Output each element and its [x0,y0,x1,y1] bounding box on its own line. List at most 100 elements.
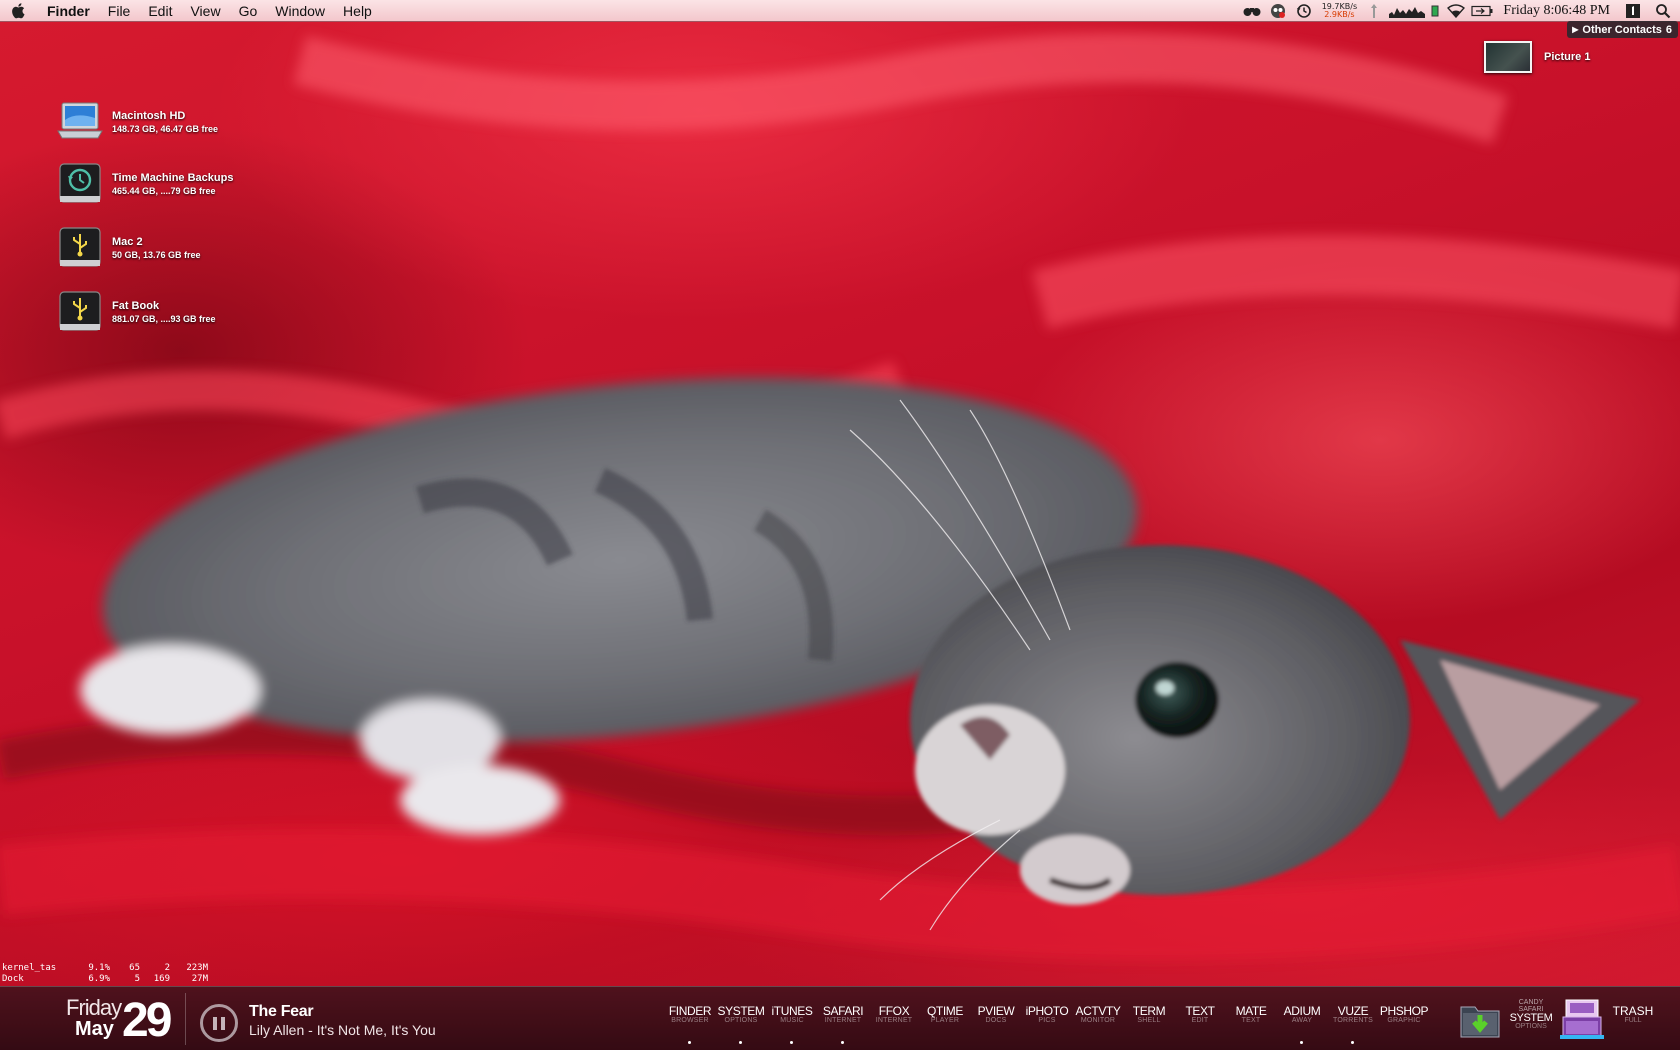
net-down-value: 2.9KB/s [1324,9,1355,19]
spotlight-icon[interactable] [1646,0,1680,22]
dock-divider [185,993,186,1045]
dock-item-preview[interactable]: PVIEW DOCS [971,1004,1021,1024]
menu-go[interactable]: Go [230,0,267,22]
contacts-count: 6 [1665,23,1672,36]
dock-item-photoshop[interactable]: PHSHOP GRAPHIC [1379,1004,1429,1024]
menu-file[interactable]: File [99,0,140,22]
volume-info: 881.07 GB, ....93 GB free [112,314,216,324]
dock-sublabel: MUSIC [780,1017,804,1024]
spaces-icon[interactable] [1620,0,1646,22]
process-cpu: 9.1% [88,963,110,973]
dock-label: QTIME [927,1004,963,1018]
dock-label: iTUNES [771,1004,813,1018]
battery-icon[interactable] [1469,0,1495,22]
apple-menu-icon[interactable] [0,2,38,19]
date-month: May [75,1018,114,1040]
volume-macintosh-hd[interactable]: Macintosh HD 148.73 GB, 46.47 GB free [56,100,218,144]
running-indicator [841,1041,844,1044]
menu-clock[interactable]: Friday 8:06:48 PM [1495,3,1620,19]
pause-icon[interactable] [200,1004,238,1042]
process-cpu: 6.9% [88,974,110,984]
arrows-icon[interactable] [1361,0,1387,22]
laptop-drive-icon [56,100,104,144]
running-indicator [739,1041,742,1044]
menu-edit[interactable]: Edit [139,0,181,22]
process-name: Dock [2,974,24,984]
process-ports: 169 [153,974,170,984]
downloads-stack-icon[interactable] [1458,997,1502,1041]
binoculars-icon[interactable] [1239,0,1265,22]
dock-label: FINDER [668,1004,712,1018]
contacts-label: Other Contacts [1582,23,1662,36]
dock-label: FFOX [878,1004,910,1018]
dock-sublabel: AWAY [1291,1017,1313,1024]
menu-window[interactable]: Window [266,0,334,22]
now-playing[interactable]: The Fear Lily Allen - It's Not Me, It's … [249,1003,436,1038]
dock-sublabel: GRAPHIC [1387,1017,1421,1024]
dock-label: ACTVTY [1075,1004,1121,1018]
dock-item-textedit[interactable]: TEXT EDIT [1175,1004,1225,1024]
menu-bar: Finder File Edit View Go Window Help 19.… [0,0,1680,22]
dock-item-candybar[interactable]: CANDY SAFARI SYSTEM OPTIONS [1506,999,1556,1030]
track-artist: Lily Allen - It's Not Me, It's You [249,1022,436,1038]
volume-mac-2[interactable]: Mac 2 50 GB, 13.76 GB free [56,226,201,270]
growl-icon[interactable] [1265,0,1291,22]
wifi-icon[interactable] [1443,0,1469,22]
menu-app-finder[interactable]: Finder [38,0,99,22]
dock-sublabel: BROWSER [671,1017,709,1024]
process-mem: 27M [191,974,208,984]
dock-sublabel: PLAYER [930,1017,960,1024]
process-name: kernel_tas [2,963,57,973]
dock-item-vuze[interactable]: VUZE TORRENTS [1328,1004,1378,1044]
battery-small-icon[interactable] [1427,0,1443,22]
time-machine-drive-icon [56,162,104,206]
dock-sublabel: TORRENTS [1333,1017,1373,1024]
dock-label: MATE [1235,1004,1267,1018]
dock-item-safari[interactable]: SAFARI INTERNET [818,1004,868,1044]
network-speed[interactable]: 19.7KB/s 2.9KB/s [1317,2,1361,19]
dock-item-system[interactable]: SYSTEM OPTIONS [716,1004,766,1044]
dock-item-terminal[interactable]: TERM SHELL [1124,1004,1174,1024]
dock-item-adium[interactable]: ADIUM AWAY [1277,1004,1327,1044]
dock-sublabel: OPTIONS [724,1017,758,1024]
picture-thumbnail [1484,41,1532,73]
dock-item-finder[interactable]: FINDER BROWSER [665,1004,715,1044]
desktop-file-picture-1[interactable]: Picture 1 [1484,41,1590,73]
documents-stack-icon[interactable] [1560,997,1604,1041]
process-threads: 5 [134,974,140,984]
usb-drive-icon [56,226,104,270]
track-title: The Fear [249,1003,314,1020]
other-contacts-badge[interactable]: ▶ Other Contacts 6 [1567,21,1678,38]
dock-item-activity-monitor[interactable]: ACTVTY MONITOR [1073,1004,1123,1024]
dock-item-textmate[interactable]: MATE TEXT [1226,1004,1276,1024]
menu-view[interactable]: View [181,0,229,22]
volume-fat-book[interactable]: Fat Book 881.07 GB, ....93 GB free [56,290,216,334]
kitten-image [0,32,1680,961]
dock: Friday May 29 The Fear Lily Allen - It's… [0,986,1680,1050]
menu-help[interactable]: Help [334,0,381,22]
dock-label: TRASH [1612,1004,1654,1018]
status-area: 19.7KB/s 2.9KB/s Friday 8:06:48 PM [1239,0,1680,22]
volume-info: 148.73 GB, 46.47 GB free [112,124,219,134]
candy-tiny-1: CANDY [1518,999,1544,1006]
dock-label: PVIEW [977,1004,1015,1018]
dock-sublabel: PICS [1038,1017,1056,1024]
volume-info: 465.44 GB, ....79 GB free [112,186,216,196]
dock-item-quicktime[interactable]: QTIME PLAYER [920,1004,970,1024]
running-indicator [1351,1041,1354,1044]
desktop-wallpaper [0,0,1680,1050]
volume-info: 50 GB, 13.76 GB free [112,250,201,260]
dock-item-itunes[interactable]: iTUNES MUSIC [767,1004,817,1044]
dock-item-trash[interactable]: TRASH FULL [1607,1004,1659,1024]
volume-name: Macintosh HD [112,110,186,122]
volume-time-machine-backups[interactable]: Time Machine Backups 465.44 GB, ....79 G… [56,162,233,206]
dock-item-firefox[interactable]: FFOX INTERNET [869,1004,919,1024]
activity-graph-icon[interactable] [1387,0,1427,22]
dock-item-iphoto[interactable]: iPHOTO PICS [1022,1004,1072,1024]
running-indicator [1300,1041,1303,1044]
volume-name: Fat Book [112,300,160,312]
time-machine-icon[interactable] [1291,0,1317,22]
dock-label: PHSHOP [1379,1004,1429,1018]
disclosure-triangle-icon: ▶ [1572,25,1579,34]
process-row: Dock 6.9% 5 169 27M [2,974,208,985]
